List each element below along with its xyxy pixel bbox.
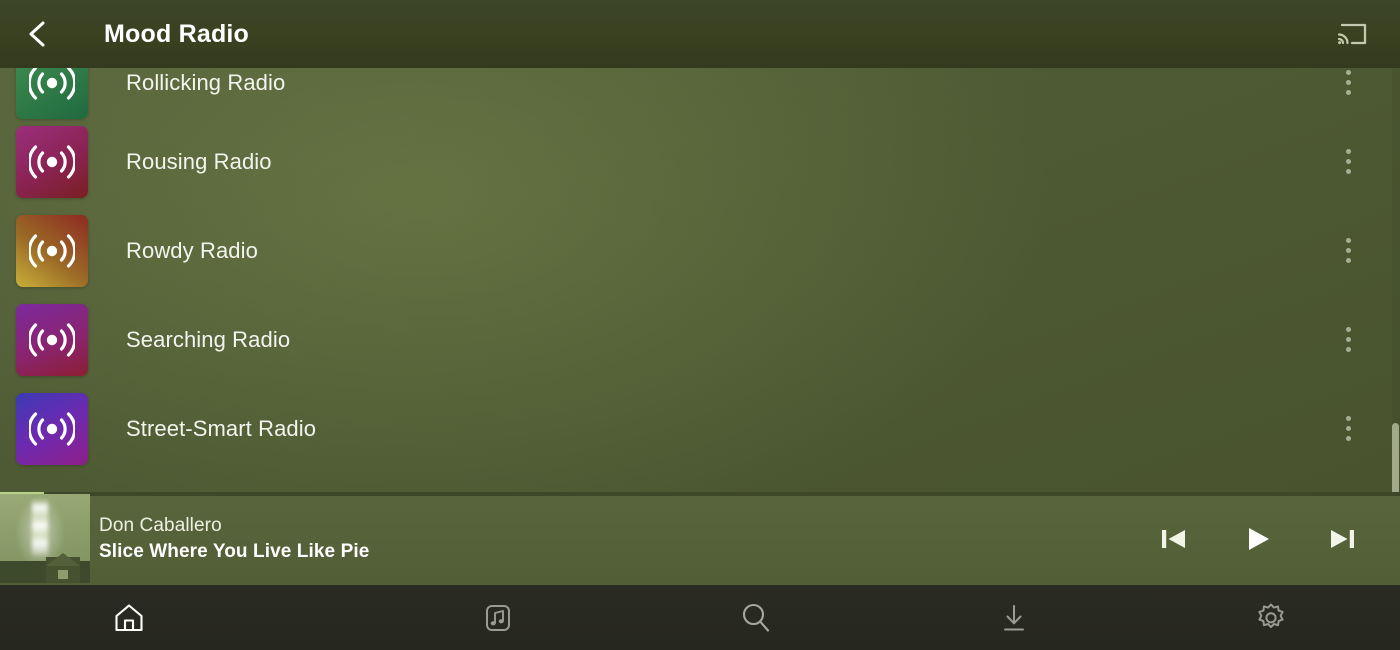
station-name: Searching Radio — [126, 326, 291, 352]
list-item[interactable]: Rousing Radio — [0, 117, 1400, 206]
skip-next-icon — [1331, 529, 1354, 548]
chevron-left-icon — [29, 21, 45, 47]
list-scrollbar[interactable] — [1392, 68, 1400, 555]
bottom-navigation — [0, 585, 1400, 650]
radio-waves-icon — [29, 68, 75, 100]
house-window — [58, 570, 68, 579]
list-item[interactable]: Rollicking Radio — [0, 68, 1400, 119]
now-playing-artwork[interactable] — [0, 494, 90, 583]
radio-waves-icon — [29, 233, 75, 268]
play-icon — [1249, 527, 1269, 550]
nav-search[interactable] — [627, 585, 885, 650]
playback-progress-track[interactable] — [0, 492, 1400, 496]
now-playing-bar[interactable]: Don Caballero Slice Where You Live Like … — [0, 492, 1400, 585]
station-name: Rousing Radio — [126, 148, 272, 174]
mood-radio-screen: Mood Radio Rollicking Radio Rousing Radi… — [0, 0, 1400, 650]
station-overflow-menu[interactable] — [1320, 206, 1376, 295]
transport-controls — [1152, 517, 1364, 561]
back-button[interactable] — [0, 0, 72, 68]
house-roof — [46, 553, 80, 566]
list-item[interactable]: Street-Smart Radio — [0, 384, 1400, 473]
page-title: Mood Radio — [104, 19, 250, 48]
nav-home[interactable] — [0, 585, 370, 650]
home-icon — [115, 603, 143, 631]
download-icon — [1003, 604, 1024, 630]
nav-library[interactable] — [370, 585, 628, 650]
station-name: Street-Smart Radio — [126, 415, 317, 441]
now-playing-artist: Don Caballero — [99, 514, 222, 536]
radio-waves-icon — [29, 144, 75, 179]
station-name: Rowdy Radio — [126, 237, 258, 263]
station-overflow-menu[interactable] — [1320, 384, 1376, 473]
now-playing-track: Slice Where You Live Like Pie — [99, 540, 370, 562]
nav-downloads[interactable] — [885, 585, 1143, 650]
station-overflow-menu[interactable] — [1320, 295, 1376, 384]
nav-settings[interactable] — [1142, 585, 1400, 650]
next-track-button[interactable] — [1320, 517, 1364, 561]
gear-icon — [1258, 603, 1284, 628]
station-artwork — [16, 68, 88, 119]
list-item[interactable]: Searching Radio — [0, 295, 1400, 384]
station-name: Rollicking Radio — [126, 69, 286, 95]
station-artwork — [16, 214, 88, 287]
radio-waves-icon — [29, 411, 75, 446]
app-header: Mood Radio — [0, 0, 1400, 68]
radio-waves-icon — [29, 322, 75, 357]
cast-icon — [1337, 23, 1367, 45]
play-button[interactable] — [1236, 517, 1280, 561]
cast-button[interactable] — [1320, 0, 1384, 68]
music-library-icon — [486, 604, 511, 631]
beacon-light — [31, 500, 48, 556]
previous-track-button[interactable] — [1152, 517, 1196, 561]
list-item[interactable]: Rowdy Radio — [0, 206, 1400, 295]
skip-previous-icon — [1162, 529, 1185, 548]
search-icon — [742, 603, 770, 632]
station-artwork — [16, 303, 88, 376]
station-overflow-menu[interactable] — [1320, 117, 1376, 206]
now-playing-meta: Don Caballero Slice Where You Live Like … — [99, 515, 369, 563]
station-artwork — [16, 125, 88, 198]
radio-station-list[interactable]: Rollicking Radio Rousing Radio Rowdy Rad… — [0, 68, 1400, 492]
station-artwork — [16, 392, 88, 465]
